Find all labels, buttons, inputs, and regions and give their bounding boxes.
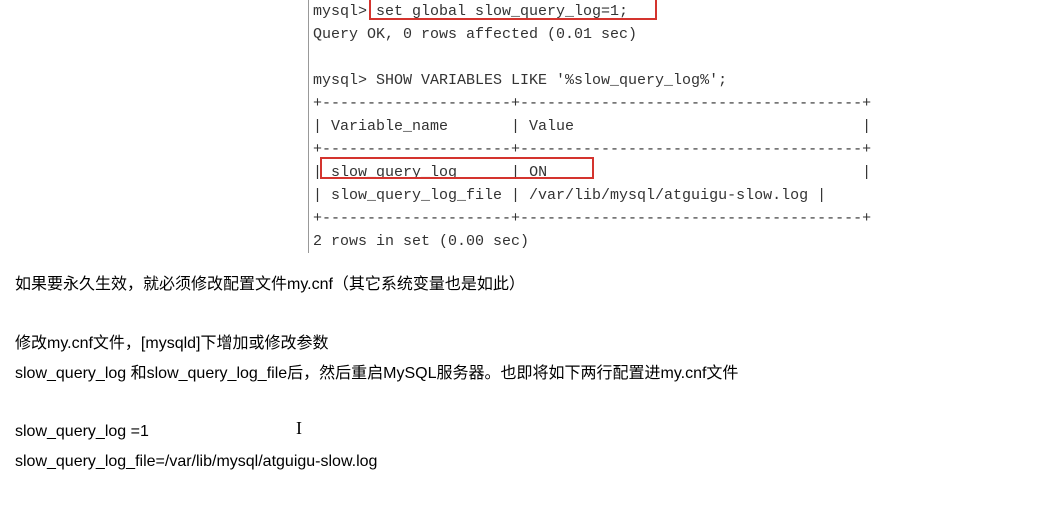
table-border: +---------------------+-----------------… xyxy=(313,141,871,158)
paragraph-permanent-effect: 如果要永久生效，就必须修改配置文件my.cnf（其它系统变量也是如此） xyxy=(15,273,525,297)
slow-query-log-var: slow_query_log xyxy=(322,164,511,181)
table-header: | Variable_name | Value | xyxy=(313,118,871,135)
sql-show-variables: mysql> SHOW VARIABLES LIKE '%slow_query_… xyxy=(313,72,727,89)
config-line-slow-query-log-file: slow_query_log_file=/var/lib/mysql/atgui… xyxy=(15,450,377,474)
mysql-terminal-output: mysql> set global slow_query_log=1; Quer… xyxy=(308,0,871,253)
sql-command: set global slow_query_log=1; xyxy=(367,3,628,20)
slow-query-log-value: ON xyxy=(520,164,565,181)
slow-query-log-file-row: | slow_query_log_file | /var/lib/mysql/a… xyxy=(313,187,826,204)
text-cursor-icon: I xyxy=(296,418,302,439)
table-border: +---------------------+-----------------… xyxy=(313,210,871,227)
prompt: mysql> xyxy=(313,3,367,20)
query-result: Query OK, 0 rows affected (0.01 sec) xyxy=(313,26,637,43)
config-line-slow-query-log: slow_query_log =1 xyxy=(15,420,149,444)
table-border: +---------------------+-----------------… xyxy=(313,95,871,112)
rows-summary: 2 rows in set (0.00 sec) xyxy=(313,233,529,250)
paragraph-modify-mycnf: 修改my.cnf文件，[mysqld]下增加或修改参数 xyxy=(15,332,329,356)
paragraph-restart-mysql: slow_query_log 和slow_query_log_file后，然后重… xyxy=(15,362,738,386)
